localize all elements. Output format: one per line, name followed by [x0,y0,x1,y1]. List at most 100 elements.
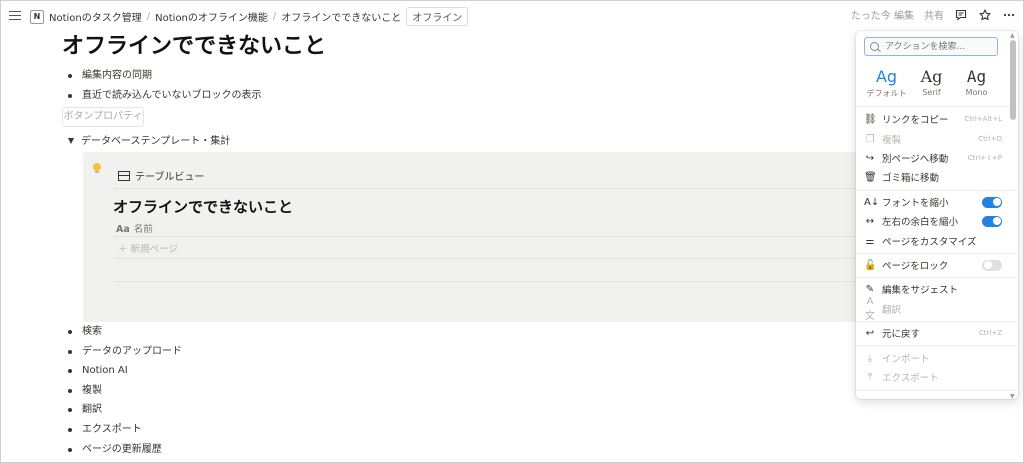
breadcrumb-item-current[interactable]: オフラインでできないこと [281,9,401,24]
menu-item-label: ページをロック [882,261,949,272]
divider [856,390,1018,391]
small-text-icon: A↓ [864,196,880,208]
menu-item-label: ページをカスタマイズ [882,237,977,248]
list-item[interactable]: 複製 [68,381,182,401]
lightbulb-icon[interactable] [93,163,101,173]
tab-table-view[interactable]: テーブルビュー [118,168,204,183]
view-tab-label: テーブルビュー [135,172,205,183]
breadcrumb-item-parent[interactable]: Notionのオフライン機能 [155,9,268,24]
menu-item-small-text[interactable]: A↓ フォントを縮小 [864,193,1002,211]
action-search-input[interactable] [883,40,992,53]
small-text-toggle[interactable] [982,196,1002,208]
new-page-label: 新規ページ [130,244,178,255]
menu-item-move[interactable]: ↪ 別ページへ移動 Ctrl+⇧+P [864,149,1002,167]
font-sample: Ag [920,67,943,86]
menu-item-full-width[interactable]: ↔ 左右の余白を縮小 [864,212,1002,230]
top-right-actions: たった今 編集 共有 [851,7,1016,22]
menu-item-translate[interactable]: A文 翻訳 [864,296,1002,322]
menu-item-undo[interactable]: ↩ 元に戻す Ctrl+Z [864,324,1002,342]
divider [856,253,1018,254]
divider [856,190,1018,191]
menu-item-label: インポート [882,354,930,365]
share-button[interactable]: 共有 [924,7,944,22]
list-item[interactable]: 直近で読み込んでいないブロックの表示 [68,86,262,106]
more-options-icon[interactable] [1002,8,1016,22]
menu-item-duplicate[interactable]: ❐ 複製 Ctrl+D [864,130,1002,148]
breadcrumb-item-workspace[interactable]: Notionのタスク管理 [49,9,142,24]
list-item[interactable]: エクスポート [68,420,182,440]
list-item[interactable]: Notion AI [68,361,182,381]
page-title[interactable]: オフラインでできないこと [62,28,326,60]
bullet-list-bottom: 検索 データのアップロード Notion AI 複製 翻訳 エクスポート ページ… [68,322,182,459]
font-option-label: Serif [922,88,941,97]
font-option-label: Mono [965,88,988,97]
full-width-icon: ↔ [865,215,875,227]
divider [113,258,873,259]
new-page-button[interactable]: ＋ 新規ページ [118,241,178,255]
edited-status: たった今 編集 [850,11,914,22]
list-item[interactable]: ページの更新履歴 [68,440,182,460]
list-item[interactable]: 翻訳 [68,400,182,420]
menu-item-label: ゴミ箱に移動 [882,173,940,184]
menu-item-customize[interactable]: ⚌ ページをカスタマイズ [864,232,1002,250]
menu-item-copy-link[interactable]: ⛓ リンクをコピー Ctrl+Alt+L [864,110,1002,128]
divider [856,277,1018,278]
menu-item-label: 元に戻す [882,329,921,340]
menu-item-label: 別ページへ移動 [882,154,949,165]
toggle-triangle-icon[interactable] [68,138,74,144]
list-item[interactable]: 検索 [68,322,182,342]
menu-item-label: 左右の余白を縮小 [882,217,959,228]
bullet-list-top: 編集内容の同期 直近で読み込んでいないブロックの表示 [68,66,262,105]
font-sample: Ag [966,67,987,86]
menu-item-label: リンクをコピー [882,115,949,126]
menu-item-label: フォントを縮小 [882,198,949,209]
page-actions-menu: Ag デフォルト Ag Serif Ag Mono ⛓ リンクをコピー Ctrl… [856,31,1018,399]
shortcut-hint: Ctrl+Alt+L [964,115,1002,123]
action-search-box[interactable] [864,37,998,56]
toggle-block[interactable]: データベーステンプレート・集計 [68,132,230,147]
scroll-down-arrow-icon[interactable]: ▼ [1010,393,1015,400]
menu-item-export[interactable]: ⤒ エクスポート [864,368,1002,386]
font-selector: Ag デフォルト Ag Serif Ag Mono [864,68,999,99]
breadcrumb: N Notionのタスク管理 / Notionのオフライン機能 / オフラインで… [30,7,469,26]
breadcrumb-separator: / [272,11,277,22]
move-icon: ↪ [865,152,875,164]
table-icon [118,170,130,181]
translate-icon: A文 [865,296,875,322]
lock-icon: 🔓 [864,259,877,271]
shortcut-hint: Ctrl+⇧+P [967,154,1002,162]
offline-badge: オフライン [406,7,469,26]
font-option-mono[interactable]: Ag Mono [954,68,999,99]
font-option-label: デフォルト [866,89,907,98]
font-sample: Ag [875,67,898,86]
notion-logo-icon: N [30,9,44,24]
export-icon: ⤒ [867,371,873,383]
column-header-name[interactable]: Aa 名前 [116,221,153,235]
full-width-toggle[interactable] [982,215,1002,227]
font-option-default[interactable]: Ag デフォルト [864,68,909,99]
button-property-block[interactable]: ボタンプロパティ [62,107,144,127]
list-item[interactable]: 編集内容の同期 [68,66,262,86]
undo-icon: ↩ [865,327,875,339]
duplicate-icon: ❐ [865,133,875,145]
menu-item-suggest[interactable]: ✎ 編集をサジェスト [864,280,1002,298]
suggest-icon: ✎ [865,283,875,295]
shortcut-hint: Ctrl+D [978,135,1002,143]
divider [113,281,873,282]
list-item[interactable]: データのアップロード [68,342,182,362]
star-icon[interactable] [978,8,992,22]
lock-toggle[interactable] [982,259,1002,271]
scrollbar-thumb[interactable] [1010,40,1016,120]
comment-icon[interactable] [954,8,968,22]
scroll-up-arrow-icon[interactable]: ▲ [1010,32,1015,39]
menu-scrollbar[interactable]: ▲ ▼ [1010,32,1016,400]
database-title[interactable]: オフラインでできないこと [113,196,293,217]
hamburger-menu-icon[interactable] [8,8,22,22]
font-option-serif[interactable]: Ag Serif [909,68,954,99]
customize-icon: ⚌ [865,235,875,247]
menu-item-lock[interactable]: 🔓 ページをロック [864,256,1002,274]
menu-item-import[interactable]: ⤓ インポート [864,349,1002,367]
import-icon: ⤓ [867,352,873,364]
top-bar: N Notionのタスク管理 / Notionのオフライン機能 / オフラインで… [0,5,1024,27]
menu-item-trash[interactable]: 🗑 ゴミ箱に移動 [864,168,1002,186]
